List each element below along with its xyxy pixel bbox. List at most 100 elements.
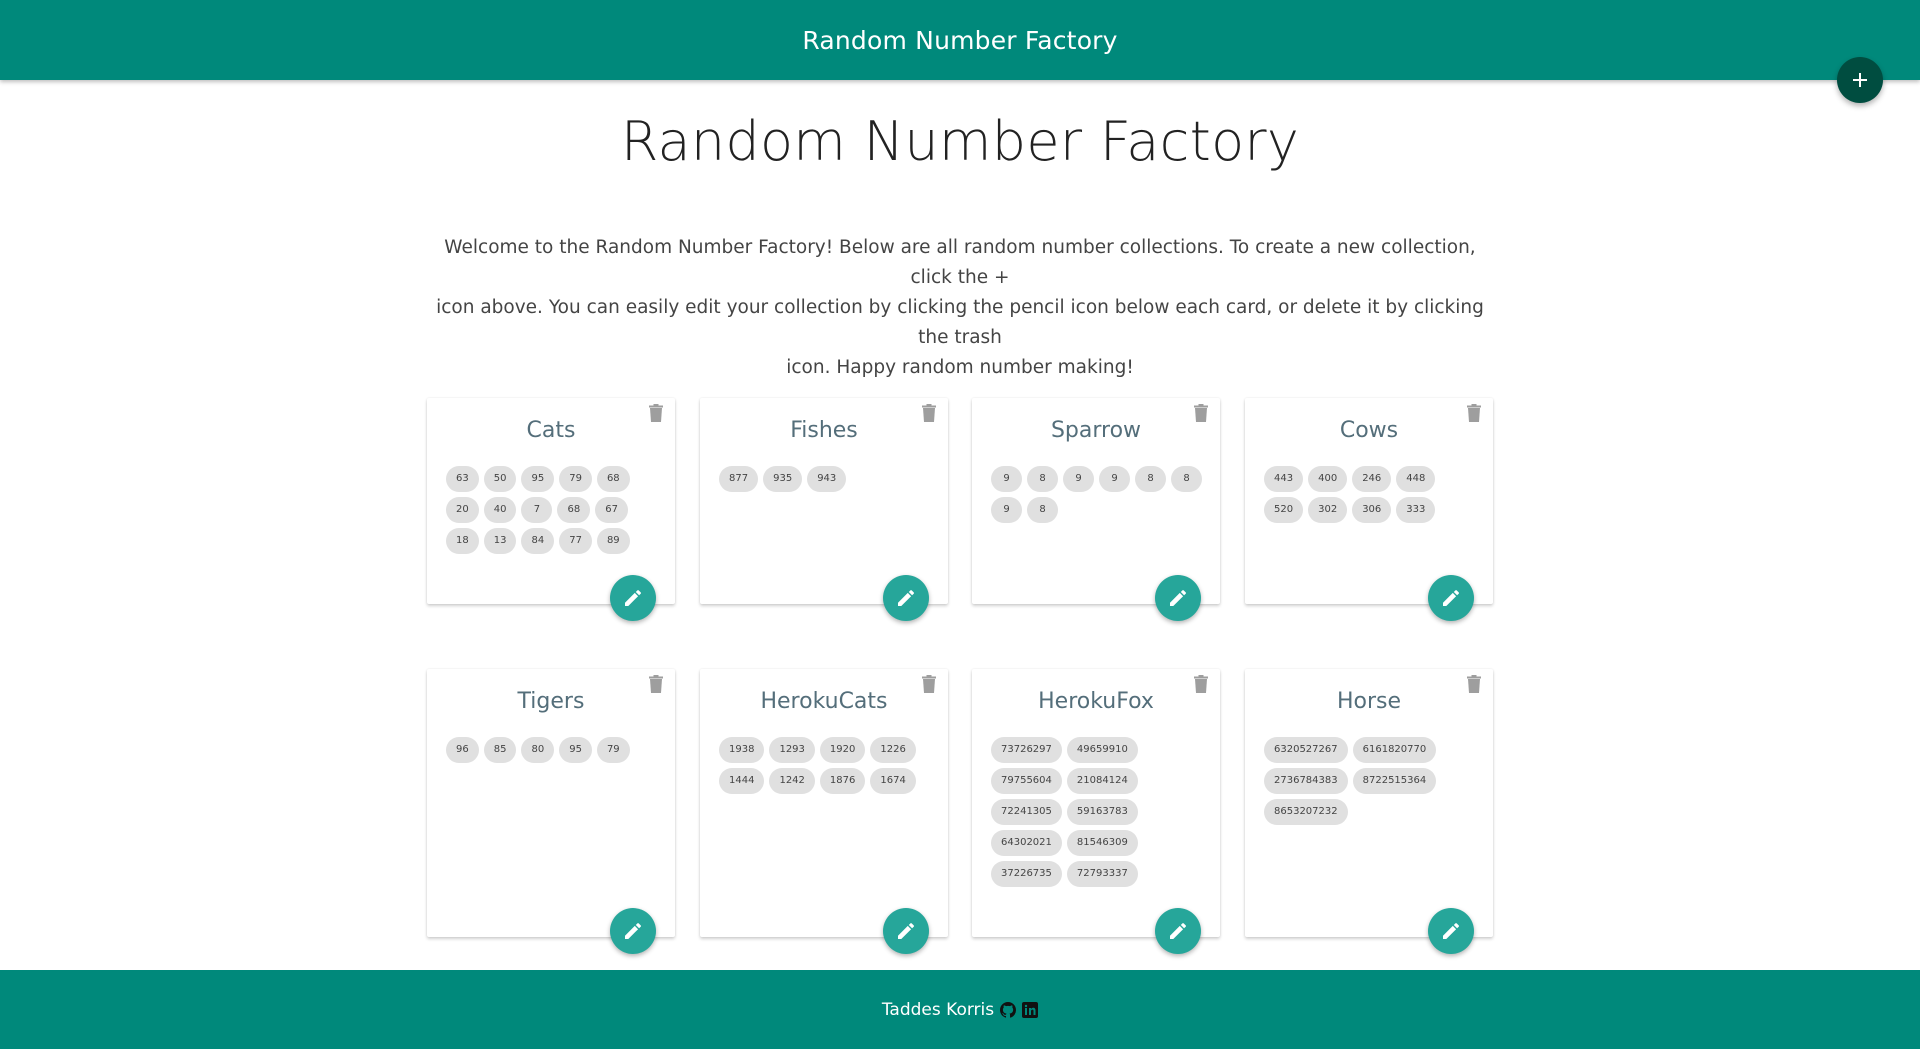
- collection-card: Tigers 96 85 80 95 79: [427, 669, 675, 954]
- number-chip: 8: [1027, 497, 1058, 523]
- pencil-icon: [898, 923, 914, 939]
- number-chip-list: 63 50 95 79 68 20 40 7 68 67 18 13 84 77 89: [446, 466, 660, 554]
- number-chip: 37226735: [991, 861, 1062, 887]
- nav-brand[interactable]: Random Number Factory: [802, 26, 1117, 55]
- trash-icon-glyph: [922, 404, 936, 422]
- page-title: Random Number Factory: [620, 110, 1300, 173]
- trash-icon-glyph: [1467, 675, 1481, 693]
- add-collection-button[interactable]: [1837, 57, 1883, 103]
- number-chip: 1444: [719, 768, 765, 794]
- number-chip: 85: [483, 737, 517, 763]
- trash-icon[interactable]: [1467, 404, 1481, 422]
- number-chip: 89: [596, 528, 630, 554]
- intro-text: Welcome to the Random Number Factory! Be…: [436, 233, 1484, 383]
- trash-icon[interactable]: [1467, 675, 1481, 693]
- number-chip: 333: [1396, 497, 1436, 523]
- edit-button[interactable]: [1428, 575, 1474, 621]
- trash-icon[interactable]: [1194, 404, 1208, 422]
- number-chip: 77: [559, 528, 592, 554]
- number-chip: 18: [446, 528, 479, 554]
- number-chip: 1876: [819, 768, 866, 794]
- number-chip: 80: [521, 737, 555, 763]
- trash-icon[interactable]: [649, 675, 663, 693]
- number-chip: 448: [1396, 466, 1436, 492]
- number-chip-list: 98998898: [991, 466, 1205, 523]
- collection-card: HerokuCats 1938 1293 1920 1226 1444 1242 1876 16…: [700, 669, 948, 954]
- trash-icon[interactable]: [922, 404, 936, 422]
- number-chip: 8653207232: [1264, 799, 1348, 825]
- number-chip-list: 96 85 80 95 79: [446, 737, 660, 763]
- number-chip: 7: [521, 497, 553, 523]
- number-chip: 9: [1063, 466, 1094, 492]
- intro-line: icon above. You can easily edit your col…: [436, 297, 1484, 348]
- edit-button[interactable]: [883, 908, 929, 954]
- number-chip: 79: [596, 737, 630, 763]
- card-title: Cats: [526, 418, 576, 443]
- number-chip: 1938: [719, 737, 765, 763]
- linkedin-icon[interactable]: [1022, 1001, 1039, 1018]
- github-icon[interactable]: [1000, 1001, 1017, 1018]
- number-chip: 9: [1099, 466, 1130, 492]
- number-chip-list: 6320527267 6161820770 2736784383 8722515364…: [1264, 737, 1478, 825]
- trash-icon-glyph: [649, 675, 663, 693]
- number-chip: 943: [807, 466, 847, 492]
- trash-icon-glyph: [1194, 404, 1208, 422]
- number-chip-list: 73726297 49659910 79755604 21084124 72241305…: [991, 737, 1205, 887]
- number-chip: 96: [446, 737, 479, 763]
- number-chip: 2736784383: [1264, 768, 1348, 794]
- edit-button[interactable]: [1428, 908, 1474, 954]
- number-chip: 1226: [870, 737, 916, 763]
- collection-card: Horse 6320527267 6161820770 2736784383 87225…: [1245, 669, 1493, 954]
- number-chip: 63: [446, 466, 479, 492]
- pencil-icon: [1443, 590, 1459, 606]
- number-chip: 1674: [870, 768, 916, 794]
- trash-icon[interactable]: [922, 675, 936, 693]
- pencil-icon: [1170, 923, 1186, 939]
- number-chip: 6161820770: [1352, 737, 1437, 763]
- collection-card: Cats 63 50 95 79 68 20 40 7 68 67 18 13 84 77 89: [427, 398, 675, 621]
- edit-button[interactable]: [610, 575, 656, 621]
- navbar: Random Number Factory: [0, 0, 1920, 80]
- number-chip: 1293: [769, 737, 815, 763]
- footer: Taddes Korris: [0, 970, 1920, 1049]
- number-chip: 84: [521, 528, 555, 554]
- edit-button[interactable]: [883, 575, 929, 621]
- collection-card: HerokuFox 73726297 49659910 79755604 2108412…: [972, 669, 1220, 954]
- intro-line: Welcome to the Random Number Factory! Be…: [444, 237, 1476, 288]
- number-chip: 64302021: [991, 830, 1062, 856]
- number-chip: 59163783: [1066, 799, 1138, 825]
- number-chip: 67: [595, 497, 628, 523]
- number-chip: 1920: [819, 737, 866, 763]
- card-title: Tigers: [517, 689, 585, 714]
- number-chip-list: 877 935 943: [719, 466, 933, 492]
- number-chip: 443: [1264, 466, 1304, 492]
- number-chip: 8: [1135, 466, 1166, 492]
- card-title: Cows: [1339, 418, 1399, 443]
- number-chip: 9: [991, 497, 1022, 523]
- collection-card: Sparrow 9 8 9 9 8 8 9 8: [972, 398, 1220, 621]
- plus-icon: [1853, 73, 1867, 87]
- pencil-icon: [1170, 590, 1186, 606]
- card-title: Sparrow: [1050, 418, 1142, 443]
- footer-author: Taddes Korris: [881, 999, 995, 1020]
- collection-card: Fishes 877 935 943: [700, 398, 948, 621]
- number-chip: 68: [596, 466, 630, 492]
- pencil-icon: [898, 590, 914, 606]
- number-chip: 302: [1308, 497, 1348, 523]
- number-chip: 8722515364: [1352, 768, 1437, 794]
- trash-icon[interactable]: [1194, 675, 1208, 693]
- number-chip: 306: [1352, 497, 1392, 523]
- number-chip: 8: [1171, 466, 1202, 492]
- number-chip: 877: [719, 466, 759, 492]
- edit-button[interactable]: [610, 908, 656, 954]
- trash-icon[interactable]: [649, 404, 663, 422]
- number-chip: 400: [1308, 466, 1348, 492]
- number-chip: 95: [559, 737, 592, 763]
- edit-button[interactable]: [1155, 575, 1201, 621]
- card-title: HerokuCats: [760, 689, 888, 714]
- number-chip: 520: [1264, 497, 1304, 523]
- number-chip: 8: [1027, 466, 1058, 492]
- card-title: Fishes: [790, 418, 858, 443]
- number-chip: 6320527267: [1264, 737, 1348, 763]
- edit-button[interactable]: [1155, 908, 1201, 954]
